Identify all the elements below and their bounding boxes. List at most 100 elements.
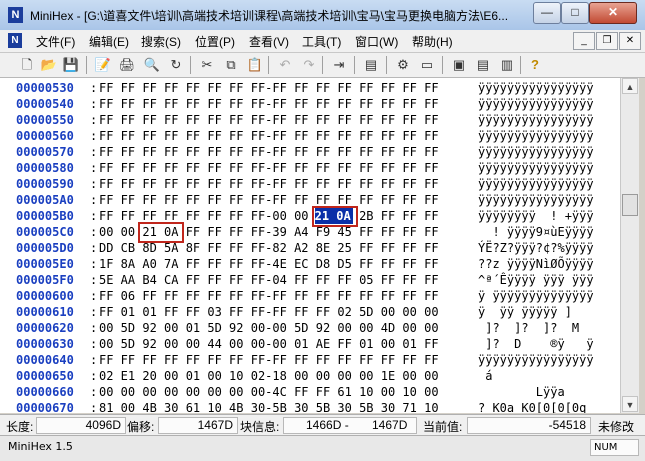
row-hex-bytes[interactable]: FF FF FF FF FF FF FF FF-FF FF FF FF FF F… [99, 144, 439, 160]
row-ascii[interactable]: ÿÿÿÿÿÿÿÿÿÿÿÿÿÿÿÿ [478, 192, 594, 208]
hex-row[interactable]: 00000530: FF FF FF FF FF FF FF FF-FF FF F… [0, 80, 620, 96]
save-icon[interactable]: 💾 [62, 56, 80, 74]
hex-row[interactable]: 00000580: FF FF FF FF FF FF FF FF-FF FF F… [0, 160, 620, 176]
settings-icon[interactable]: ⚙ [394, 56, 412, 74]
hex-row[interactable]: 000005F0:5E AA B4 CA FF FF FF FF-04 FF F… [0, 272, 620, 288]
hex-row[interactable]: 00000560: FF FF FF FF FF FF FF FF-FF FF F… [0, 128, 620, 144]
properties-icon[interactable]: 📝 [94, 56, 112, 74]
row-ascii[interactable]: ÝË?Z?ÿÿÿ?¢?%ÿÿÿÿ [478, 240, 594, 256]
hex-row[interactable]: 00000640: FF FF FF FF FF FF FF FF-FF FF F… [0, 352, 620, 368]
hex-row[interactable]: 000005D0: DD CB 8D 5A 8F FF FF FF-82 A2 8… [0, 240, 620, 256]
hex-row[interactable]: 00000620:00 5D 92 00 01 5D 92 00-00 5D 9… [0, 320, 620, 336]
row-hex-bytes[interactable]: FF 01 01 FF FF 03 FF FF-FF FF FF 02 5D 0… [99, 304, 439, 320]
row-ascii[interactable]: ? K0a K0[0[0[0q [478, 400, 594, 413]
row-ascii[interactable]: ÿÿÿÿÿÿÿÿÿÿÿÿÿÿÿÿ [478, 352, 594, 368]
title-bar[interactable]: N MiniHex - [G:\道喜文件\培训\高端技术培训课程\高端技术培训\… [0, 0, 645, 31]
hex-row[interactable]: 000005B0: FF FF FF FF FF FF FF FF-00 00 2… [0, 208, 620, 224]
scroll-thumb[interactable] [622, 194, 638, 216]
row-ascii[interactable]: ]? ]? ]? M [478, 320, 594, 336]
row-ascii[interactable]: ÿ ÿÿ ÿÿÿÿÿ ] [478, 304, 594, 320]
row-hex-bytes[interactable]: FF FF FF FF FF FF FF FF-FF FF FF FF FF F… [99, 176, 439, 192]
cut-icon[interactable]: ✂ [198, 56, 216, 74]
new-file-icon[interactable]: 🗋 [18, 56, 36, 74]
refresh-icon[interactable]: ↻ [167, 56, 185, 74]
row-ascii[interactable]: Lÿÿa [478, 384, 594, 400]
print-icon[interactable]: 🖨 [118, 56, 136, 74]
row-hex-bytes[interactable]: 00 5D 92 00 01 5D 92 00-00 5D 92 00 00 4… [99, 320, 439, 336]
row-ascii[interactable]: ÿÿÿÿÿÿÿÿÿÿÿÿÿÿÿÿ [478, 96, 594, 112]
row-ascii[interactable]: ??z ÿÿÿÿNìØÕÿÿÿÿ [478, 256, 594, 272]
hex-row[interactable]: 000005E0:1F 8A A0 7A FF FF FF FF-4E EC D… [0, 256, 620, 272]
mdi-restore-button[interactable]: ❐ [596, 32, 618, 50]
menu-view[interactable]: 查看(V) [249, 33, 289, 50]
minimize-button[interactable]: — [533, 2, 561, 24]
row-hex-bytes[interactable]: 00 00 00 00 00 00 00 00-4C FF FF 61 10 0… [99, 384, 439, 400]
hex-row[interactable]: 00000610: FF 01 01 FF FF 03 FF FF-FF FF F… [0, 304, 620, 320]
row-ascii[interactable]: ÿÿÿÿÿÿÿÿÿÿÿÿÿÿÿÿ [478, 128, 594, 144]
row-ascii[interactable]: ÿÿÿÿÿÿÿÿÿÿÿÿÿÿÿÿ [478, 112, 594, 128]
help-icon[interactable]: ? [526, 56, 544, 74]
hex-row[interactable]: 00000600: FF 06 FF FF FF FF FF FF-FF FF F… [0, 288, 620, 304]
mdi-minimize-button[interactable]: _ [573, 32, 595, 50]
menu-window[interactable]: 窗口(W) [355, 33, 398, 50]
hex-row[interactable]: 00000550: FF FF FF FF FF FF FF FF-FF FF F… [0, 112, 620, 128]
cascade-windows-icon[interactable]: ▣ [450, 56, 468, 74]
hex-row[interactable]: 00000630:00 5D 92 00 00 44 00 00-00 01 A… [0, 336, 620, 352]
menu-search[interactable]: 搜索(S) [141, 33, 181, 50]
row-hex-bytes[interactable]: FF FF FF FF FF FF FF FF-FF FF FF FF FF F… [99, 160, 439, 176]
find-icon[interactable]: 🔍 [143, 56, 161, 74]
row-hex-bytes[interactable]: FF FF FF FF FF FF FF FF-FF FF FF FF FF F… [99, 112, 439, 128]
goto-icon[interactable]: ⇥ [330, 56, 348, 74]
copy-icon[interactable]: ⧉ [222, 56, 240, 74]
calculator-icon[interactable]: ▤ [362, 56, 380, 74]
row-hex-bytes[interactable]: FF FF FF FF FF FF FF FF-FF FF FF FF FF F… [99, 352, 439, 368]
menu-help[interactable]: 帮助(H) [412, 33, 453, 50]
row-ascii[interactable]: ÿ ÿÿÿÿÿÿÿÿÿÿÿÿÿÿ [478, 288, 594, 304]
row-ascii[interactable]: ^ª´Êÿÿÿÿ ÿÿÿ ÿÿÿ [478, 272, 594, 288]
hex-row[interactable]: 000005C0:00 00 21 0A FF FF FF FF-39 A4 F… [0, 224, 620, 240]
row-ascii[interactable]: á [478, 368, 594, 384]
mdi-close-button[interactable]: ✕ [619, 32, 641, 50]
vertical-scrollbar[interactable]: ▲ ▼ [620, 78, 639, 413]
scroll-up-icon[interactable]: ▲ [622, 78, 638, 94]
menu-file[interactable]: 文件(F) [36, 33, 75, 50]
row-hex-bytes[interactable]: FF 06 FF FF FF FF FF FF-FF FF FF FF FF F… [99, 288, 439, 304]
tile-horizontal-icon[interactable]: ▤ [474, 56, 492, 74]
row-hex-bytes[interactable]: FF FF FF FF FF FF FF FF-FF FF FF FF FF F… [99, 192, 439, 208]
row-hex-bytes[interactable]: 1F 8A A0 7A FF FF FF FF-4E EC D8 D5 FF F… [99, 256, 439, 272]
hex-view[interactable]: 00000530: FF FF FF FF FF FF FF FF-FF FF F… [0, 78, 620, 413]
hex-row[interactable]: 00000570: FF FF FF FF FF FF FF FF-FF FF F… [0, 144, 620, 160]
hex-row[interactable]: 000005A0: FF FF FF FF FF FF FF FF-FF FF F… [0, 192, 620, 208]
menu-tools[interactable]: 工具(T) [302, 33, 341, 50]
row-ascii[interactable]: ! ÿÿÿÿ9¤ùEÿÿÿÿ [478, 224, 593, 240]
row-ascii[interactable]: ÿÿÿÿÿÿÿÿÿÿÿÿÿÿÿÿ [478, 176, 594, 192]
row-hex-bytes[interactable]: FF FF FF FF FF FF FF FF-FF FF FF FF FF F… [99, 80, 439, 96]
row-hex-bytes[interactable]: FF FF FF FF FF FF FF FF-FF FF FF FF FF F… [99, 96, 439, 112]
document-icon[interactable]: N [8, 33, 22, 48]
row-ascii[interactable]: ÿÿÿÿÿÿÿÿÿÿÿÿÿÿÿÿ [478, 80, 594, 96]
hex-row[interactable]: 00000590: FF FF FF FF FF FF FF FF-FF FF F… [0, 176, 620, 192]
row-hex-bytes[interactable]: 00 5D 92 00 00 44 00 00-00 01 AE FF 01 0… [99, 336, 439, 352]
tile-vertical-icon[interactable]: ▥ [498, 56, 516, 74]
row-ascii[interactable]: ÿÿÿÿÿÿÿÿÿÿÿÿÿÿÿÿ [478, 144, 594, 160]
row-hex-bytes[interactable]: FF FF FF FF FF FF FF FF-FF FF FF FF FF F… [99, 128, 439, 144]
hex-row[interactable]: 00000670:81 00 4B 30 61 10 4B 30-5B 30 5… [0, 400, 620, 413]
menu-edit[interactable]: 编辑(E) [89, 33, 129, 50]
hex-row[interactable]: 00000650:02 E1 20 00 01 00 10 02-18 00 0… [0, 368, 620, 384]
maximize-button[interactable]: □ [561, 2, 589, 24]
hex-row[interactable]: 00000660:00 00 00 00 00 00 00 00-4C FF F… [0, 384, 620, 400]
paste-icon[interactable]: 📋 [246, 56, 264, 74]
display-icon[interactable]: ▭ [418, 56, 436, 74]
row-ascii[interactable]: ÿÿÿÿÿÿÿÿ ! +ÿÿÿ [478, 208, 594, 224]
scroll-down-icon[interactable]: ▼ [622, 396, 638, 412]
redo-icon[interactable]: ↷ [300, 56, 318, 74]
row-ascii[interactable]: ]? D ®ÿ ÿ [478, 336, 593, 352]
close-button[interactable]: ✕ [589, 2, 637, 24]
undo-icon[interactable]: ↶ [276, 56, 294, 74]
hex-row[interactable]: 00000540: FF FF FF FF FF FF FF FF-FF FF F… [0, 96, 620, 112]
row-hex-bytes[interactable]: 02 E1 20 00 01 00 10 02-18 00 00 00 00 1… [99, 368, 439, 384]
row-hex-bytes[interactable]: 5E AA B4 CA FF FF FF FF-04 FF FF FF 05 F… [99, 272, 439, 288]
open-folder-icon[interactable]: 📂 [40, 56, 58, 74]
menu-position[interactable]: 位置(P) [195, 33, 235, 50]
row-ascii[interactable]: ÿÿÿÿÿÿÿÿÿÿÿÿÿÿÿÿ [478, 160, 594, 176]
